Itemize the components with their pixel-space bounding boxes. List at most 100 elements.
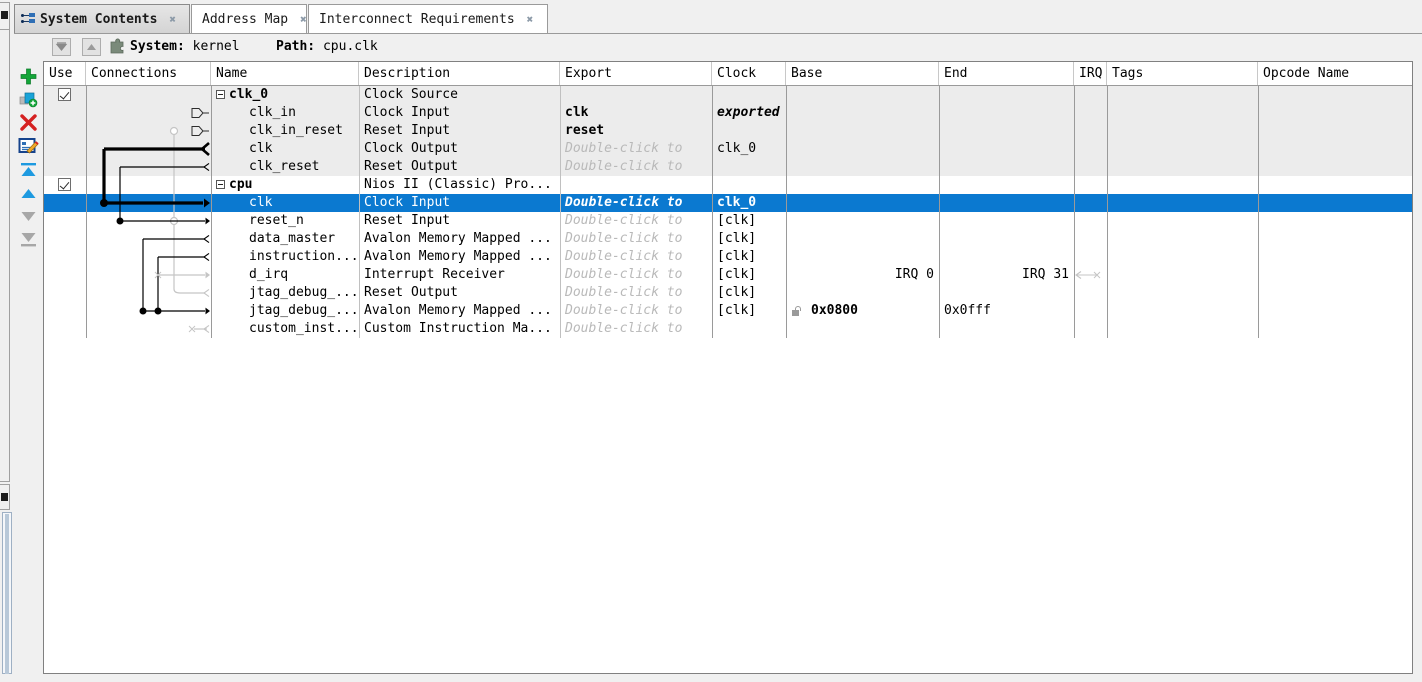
column-header-base[interactable]: Base bbox=[786, 62, 939, 85]
cell-export[interactable]: Double-click to bbox=[560, 194, 712, 212]
table-body[interactable]: clk_0 Clock Source clk_in Clock Input clk exp… bbox=[44, 86, 1412, 673]
tab-close-icon[interactable]: ✖ bbox=[519, 13, 534, 26]
cell-export[interactable]: Double-click to bbox=[560, 140, 712, 158]
cell-description[interactable]: Avalon Memory Mapped ... bbox=[359, 248, 560, 266]
cell-name[interactable]: reset_n bbox=[211, 212, 359, 230]
column-header-opcode[interactable]: Opcode Name bbox=[1258, 62, 1412, 85]
cell-name[interactable]: instruction... bbox=[211, 248, 359, 266]
column-header-use[interactable]: Use bbox=[44, 62, 86, 85]
column-header-description[interactable]: Description bbox=[359, 62, 560, 85]
cell-clock[interactable]: clk_0 bbox=[712, 140, 786, 158]
cell-clock[interactable]: [clk] bbox=[712, 248, 786, 266]
cell-name[interactable]: clk_in bbox=[211, 104, 359, 122]
cell-name[interactable]: d_irq bbox=[211, 266, 359, 284]
cell-export[interactable]: Double-click to bbox=[560, 266, 712, 284]
cell-clock[interactable]: [clk] bbox=[712, 212, 786, 230]
tab-close-icon[interactable]: ✖ bbox=[161, 13, 176, 26]
move-down-button[interactable] bbox=[18, 206, 39, 227]
cell-export[interactable]: Double-click to bbox=[560, 302, 712, 320]
cell-description[interactable]: Avalon Memory Mapped ... bbox=[359, 302, 560, 320]
table-header: Use Connections Name Description Export Clock… bbox=[44, 62, 1412, 86]
cell-clock[interactable]: exported bbox=[712, 104, 786, 122]
cell-export[interactable]: Double-click to bbox=[560, 320, 712, 338]
connections-patch-panel[interactable] bbox=[86, 86, 216, 342]
cell-description[interactable]: Clock Output bbox=[359, 140, 560, 158]
cell-export[interactable]: Double-click to bbox=[560, 284, 712, 302]
cell-clock[interactable]: [clk] bbox=[712, 284, 786, 302]
add-component-button[interactable] bbox=[18, 66, 39, 87]
tab-system-contents[interactable]: System Contents ✖ bbox=[14, 4, 190, 33]
left-docked-panel-middle[interactable] bbox=[0, 30, 10, 482]
cell-name[interactable]: jtag_debug_... bbox=[211, 284, 359, 302]
cell-export[interactable]: Double-click to bbox=[560, 158, 712, 176]
cell-name[interactable]: data_master bbox=[211, 230, 359, 248]
system-puzzle-icon bbox=[108, 38, 126, 56]
tab-label: Interconnect Requirements bbox=[319, 11, 515, 27]
cell-export[interactable]: Double-click to bbox=[560, 230, 712, 248]
cell-clock[interactable]: [clk] bbox=[712, 302, 786, 320]
cell-name[interactable]: jtag_debug_... bbox=[211, 302, 359, 320]
cell-clock[interactable]: clk_0 bbox=[712, 194, 786, 212]
cell-description[interactable]: Reset Input bbox=[359, 122, 560, 140]
scrollbar-thumb[interactable] bbox=[5, 514, 9, 674]
cell-name[interactable]: clk_0 bbox=[211, 86, 359, 104]
cell-description[interactable]: Clock Input bbox=[359, 194, 560, 212]
cell-clock[interactable]: [clk] bbox=[712, 266, 786, 284]
use-checkbox[interactable] bbox=[58, 178, 71, 191]
system-path-bar: System: kernel Path: cpu.clk bbox=[14, 34, 1422, 60]
move-to-bottom-button[interactable] bbox=[18, 229, 39, 250]
cell-description[interactable]: Custom Instruction Ma... bbox=[359, 320, 560, 338]
new-component-button[interactable] bbox=[18, 89, 39, 110]
cell-name[interactable]: clk_reset bbox=[211, 158, 359, 176]
column-header-irq[interactable]: IRQ bbox=[1074, 62, 1107, 85]
use-checkbox[interactable] bbox=[58, 88, 71, 101]
tab-interconnect-requirements[interactable]: Interconnect Requirements ✖ bbox=[308, 4, 548, 33]
tab-label: Address Map bbox=[202, 11, 289, 27]
cell-description[interactable]: Clock Source bbox=[359, 86, 560, 104]
cell-end[interactable]: 0x0fff bbox=[939, 302, 1074, 320]
column-header-clock[interactable]: Clock bbox=[712, 62, 786, 85]
cell-name[interactable]: cpu bbox=[211, 176, 359, 194]
cell-base[interactable]: 0x0800 bbox=[786, 302, 939, 320]
remove-component-button[interactable] bbox=[18, 112, 39, 133]
cell-description[interactable]: Reset Input bbox=[359, 212, 560, 230]
cell-description[interactable]: Reset Output bbox=[359, 284, 560, 302]
cell-description[interactable]: Nios II (Classic) Pro... bbox=[359, 176, 560, 194]
cell-description[interactable]: Clock Input bbox=[359, 104, 560, 122]
system-contents-table[interactable]: Use Connections Name Description Export Clock… bbox=[43, 61, 1413, 674]
tab-bar: System Contents ✖ Address Map ✖ Interconnect… bbox=[14, 0, 1422, 34]
tab-close-icon[interactable]: ✖ bbox=[292, 13, 307, 26]
cell-end[interactable]: IRQ 31 bbox=[939, 266, 1074, 284]
system-value: kernel bbox=[192, 39, 240, 54]
cell-name[interactable]: custom_inst... bbox=[211, 320, 359, 338]
left-docked-panel-top[interactable] bbox=[0, 2, 10, 30]
cell-clock[interactable]: [clk] bbox=[712, 230, 786, 248]
cell-export[interactable]: reset bbox=[560, 122, 712, 140]
cell-export[interactable]: Double-click to bbox=[560, 248, 712, 266]
left-docked-panel-bottom[interactable] bbox=[0, 484, 10, 510]
edit-component-button[interactable] bbox=[18, 135, 39, 156]
move-to-top-button[interactable] bbox=[18, 160, 39, 181]
cell-description[interactable]: Reset Output bbox=[359, 158, 560, 176]
move-up-button[interactable] bbox=[18, 183, 39, 204]
cell-description[interactable]: Interrupt Receiver bbox=[359, 266, 560, 284]
unlock-icon[interactable] bbox=[792, 306, 802, 316]
cell-export[interactable]: clk bbox=[560, 104, 712, 122]
system-contents-icon bbox=[21, 12, 36, 26]
column-header-export[interactable]: Export bbox=[560, 62, 712, 85]
cell-base[interactable]: IRQ 0 bbox=[786, 266, 939, 284]
column-header-end[interactable]: End bbox=[939, 62, 1074, 85]
cell-name[interactable]: clk bbox=[211, 140, 359, 158]
column-header-name[interactable]: Name bbox=[211, 62, 359, 85]
column-divider bbox=[1258, 86, 1259, 338]
column-header-tags[interactable]: Tags bbox=[1107, 62, 1258, 85]
cell-export[interactable]: Double-click to bbox=[560, 212, 712, 230]
cell-name[interactable]: clk bbox=[211, 194, 359, 212]
cell-name[interactable]: clk_in_reset bbox=[211, 122, 359, 140]
tab-address-map[interactable]: Address Map ✖ bbox=[191, 4, 307, 33]
collapse-all-button[interactable] bbox=[52, 38, 71, 56]
cell-description[interactable]: Avalon Memory Mapped ... bbox=[359, 230, 560, 248]
left-panel-scrollbar[interactable] bbox=[2, 512, 12, 674]
column-header-connections[interactable]: Connections bbox=[86, 62, 211, 85]
navigate-up-button[interactable] bbox=[82, 38, 101, 56]
